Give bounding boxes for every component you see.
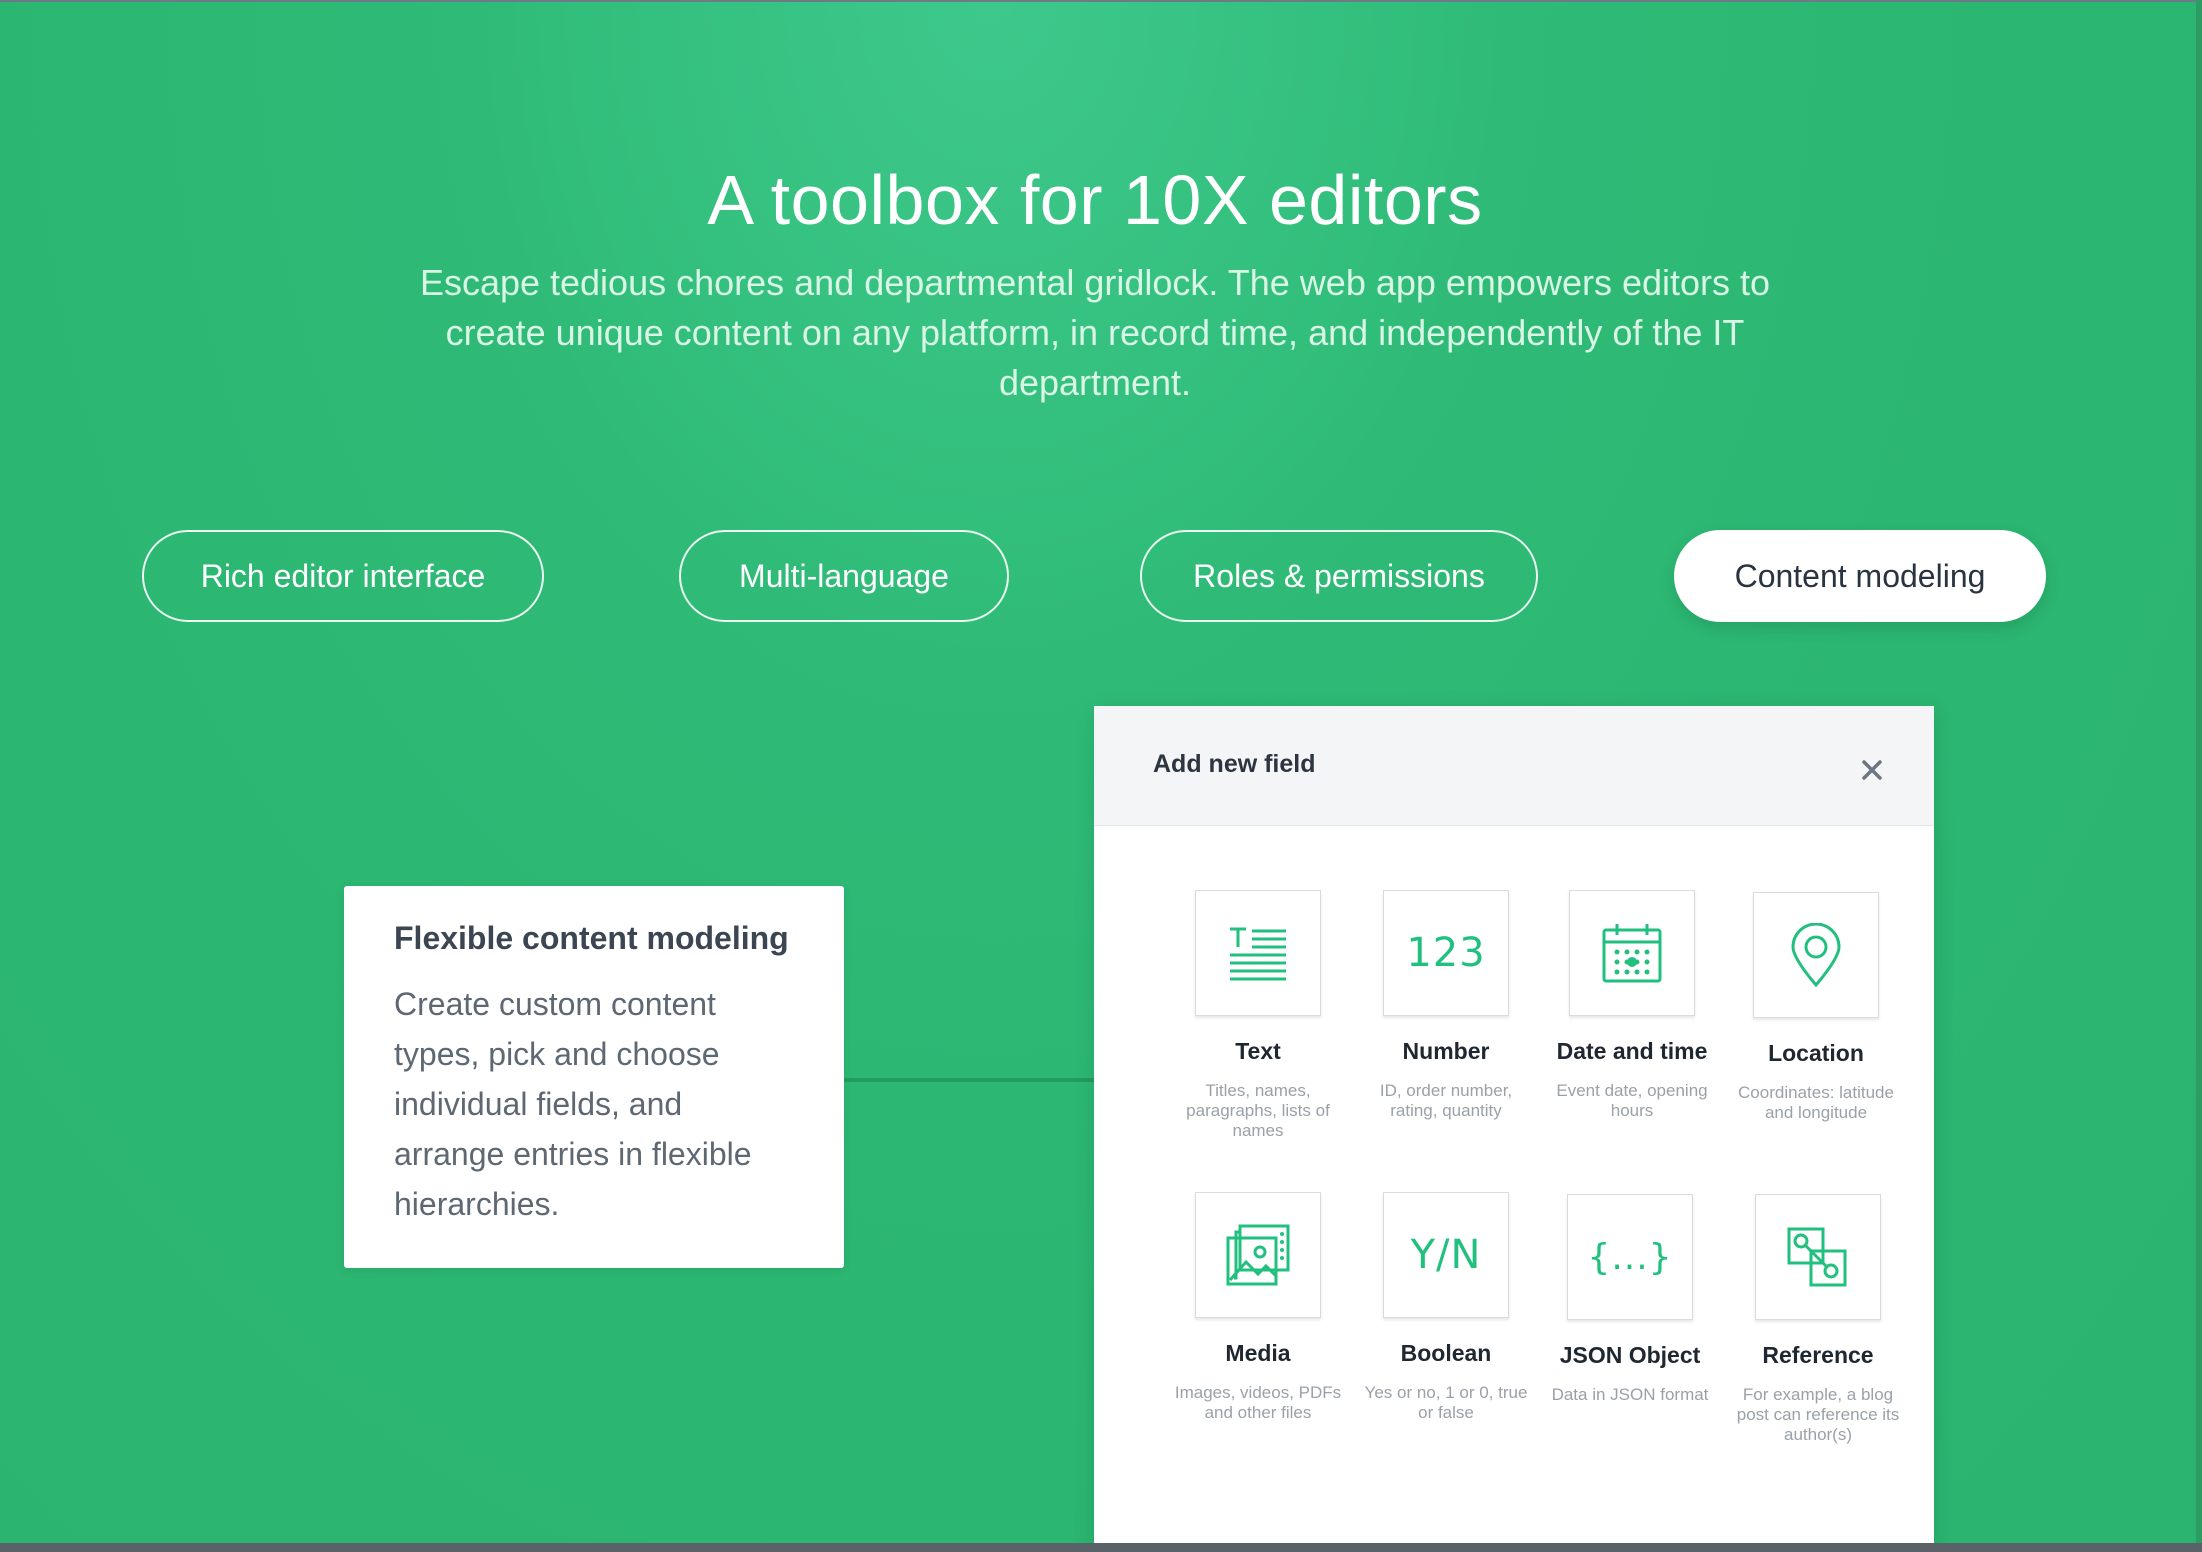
field-type-location[interactable]: Location Coordinates: latitude and longi… <box>1726 892 1906 1123</box>
page: A toolbox for 10X editors Escape tedious… <box>0 0 2202 1552</box>
field-description: Data in JSON format <box>1551 1385 1709 1404</box>
field-description: Yes or no, 1 or 0, true or false <box>1364 1383 1528 1422</box>
info-card-body: Create custom content types, pick and ch… <box>394 986 752 1222</box>
add-field-dialog: Add new field Text Titles, names, paragr… <box>1094 706 1934 1552</box>
media-icon <box>1195 1192 1321 1318</box>
calendar-icon <box>1569 890 1695 1016</box>
field-label: Reference <box>1762 1342 1874 1368</box>
field-description: Images, videos, PDFs and other files <box>1174 1383 1342 1422</box>
boolean-icon: Y/N <box>1383 1192 1509 1318</box>
info-card: Flexible content modeling Create custom … <box>344 886 844 1268</box>
field-label: Media <box>1225 1340 1291 1366</box>
info-card-title: Flexible content modeling <box>394 920 789 956</box>
hero-subtitle: Escape tedious chores and departmental g… <box>419 262 1771 403</box>
field-description: ID, order number, rating, quantity <box>1379 1081 1513 1120</box>
field-label: Number <box>1402 1038 1490 1064</box>
field-description: Titles, names, paragraphs, lists of name… <box>1186 1081 1330 1140</box>
json-icon: {...} <box>1567 1194 1693 1320</box>
field-description: For example, a blog post can reference i… <box>1736 1385 1900 1444</box>
tab-rich-editor-interface[interactable]: Rich editor interface <box>142 530 544 622</box>
number-glyph: 123 <box>1406 930 1486 976</box>
field-description: Coordinates: latitude and longitude <box>1738 1083 1894 1122</box>
close-icon[interactable] <box>1854 752 1890 788</box>
boolean-glyph: Y/N <box>1410 1232 1482 1278</box>
bottom-border <box>0 1543 2202 1552</box>
dialog-title: Add new field <box>1153 750 1316 778</box>
connector-line <box>844 1078 1094 1082</box>
field-type-json-object[interactable]: {...} JSON Object Data in JSON format <box>1540 1194 1720 1405</box>
field-type-number[interactable]: 123 Number ID, order number, rating, qua… <box>1356 890 1536 1121</box>
field-description: Event date, opening hours <box>1556 1081 1708 1120</box>
tab-multi-language[interactable]: Multi-language <box>679 530 1009 622</box>
field-label: JSON Object <box>1559 1342 1701 1368</box>
dialog-header: Add new field <box>1094 706 1934 826</box>
json-glyph: {...} <box>1587 1236 1673 1278</box>
field-label: Date and time <box>1556 1038 1708 1064</box>
field-type-date-and-time[interactable]: Date and time Event date, opening hours <box>1542 890 1722 1121</box>
tab-content-modeling[interactable]: Content modeling <box>1674 530 2046 622</box>
field-label: Boolean <box>1400 1340 1492 1366</box>
reference-icon <box>1755 1194 1881 1320</box>
hero-title: A toolbox for 10X editors <box>707 161 1483 239</box>
field-label: Text <box>1235 1038 1281 1064</box>
field-type-boolean[interactable]: Y/N Boolean Yes or no, 1 or 0, true or f… <box>1356 1192 1536 1423</box>
field-type-text[interactable]: Text Titles, names, paragraphs, lists of… <box>1168 890 1348 1141</box>
window-edge <box>2196 0 2202 1552</box>
field-label: Location <box>1768 1040 1864 1066</box>
text-icon <box>1195 890 1321 1016</box>
location-pin-icon <box>1753 892 1879 1018</box>
field-type-reference[interactable]: Reference For example, a blog post can r… <box>1728 1194 1908 1445</box>
number-icon: 123 <box>1383 890 1509 1016</box>
tab-roles-permissions[interactable]: Roles & permissions <box>1140 530 1538 622</box>
top-border <box>0 0 2202 2</box>
field-type-media[interactable]: Media Images, videos, PDFs and other fil… <box>1168 1192 1348 1423</box>
